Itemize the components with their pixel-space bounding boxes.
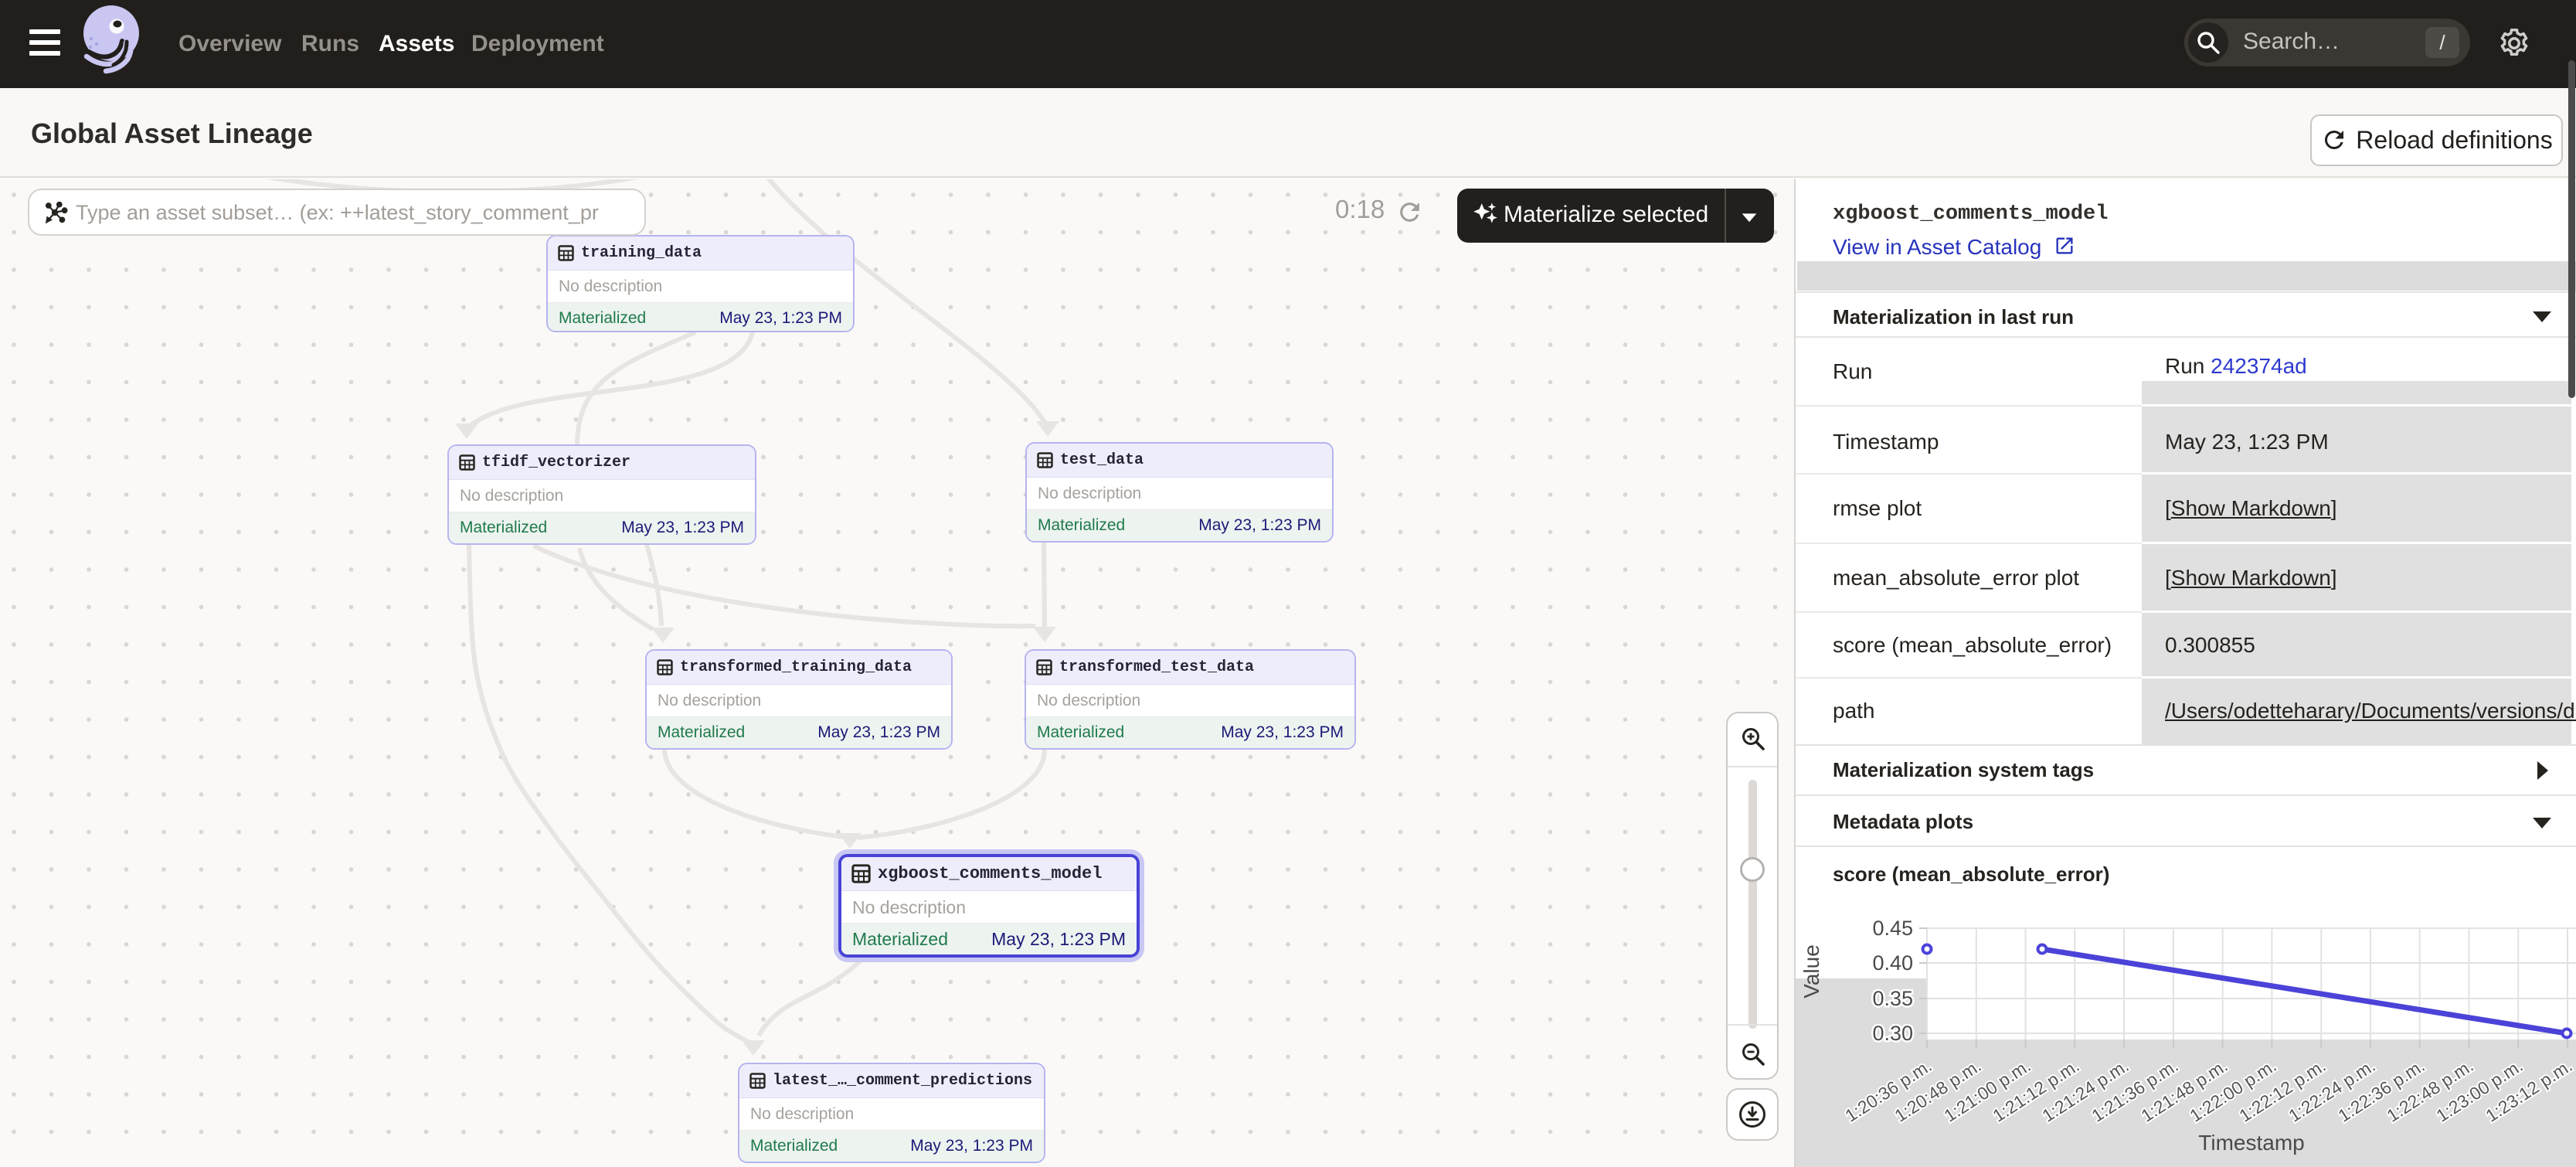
svg-text:0.35: 0.35 bbox=[1872, 987, 1913, 1010]
svg-text:Timestamp: Timestamp bbox=[2198, 1131, 2304, 1155]
svg-text:0.40: 0.40 bbox=[1872, 951, 1913, 975]
svg-text:Value: Value bbox=[1799, 944, 1823, 999]
svg-text:0.30: 0.30 bbox=[1872, 1022, 1913, 1045]
svg-text:0.45: 0.45 bbox=[1872, 917, 1913, 940]
